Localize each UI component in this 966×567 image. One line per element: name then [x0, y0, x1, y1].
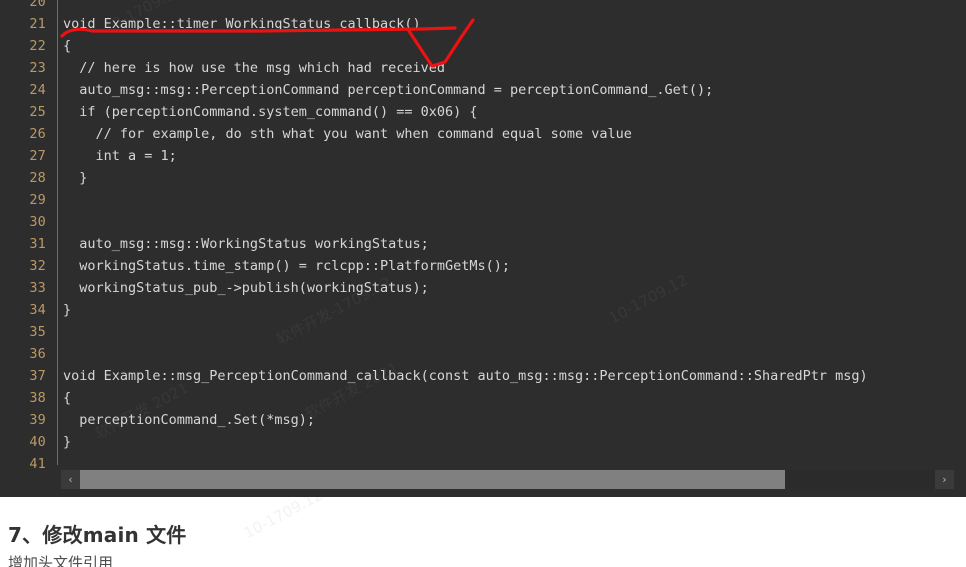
- line-content[interactable]: auto_msg::msg::WorkingStatus workingStat…: [63, 233, 429, 255]
- code-line[interactable]: 21 void Example::timer_WorkingStatus_cal…: [0, 13, 966, 35]
- line-number: 39: [29, 412, 46, 428]
- code-line[interactable]: 34 }: [0, 299, 966, 321]
- line-number: 31: [29, 236, 46, 252]
- code-line[interactable]: 35: [0, 321, 966, 343]
- code-line[interactable]: 38 {: [0, 387, 966, 409]
- line-number: 35: [29, 324, 46, 340]
- line-content[interactable]: void Example::timer_WorkingStatus_callba…: [63, 13, 421, 35]
- line-number: 22: [29, 38, 46, 54]
- code-line[interactable]: 22 {: [0, 35, 966, 57]
- line-number: 26: [29, 126, 46, 142]
- line-content[interactable]: void Example::msg_PerceptionCommand_call…: [63, 365, 868, 387]
- line-number: 27: [29, 148, 46, 164]
- line-number: 29: [29, 192, 46, 208]
- scroll-right-arrow-icon[interactable]: ›: [935, 470, 954, 489]
- line-content[interactable]: int a = 1;: [63, 145, 177, 167]
- line-content[interactable]: }: [63, 431, 71, 453]
- line-number: 36: [29, 346, 46, 362]
- document-section: 7、修改main 文件 增加头文件引用 10-1709.12: [0, 497, 966, 567]
- scrollbar-thumb[interactable]: [80, 470, 786, 489]
- section-heading: 7、修改main 文件: [8, 523, 187, 547]
- code-line[interactable]: 24 auto_msg::msg::PerceptionCommand perc…: [0, 79, 966, 101]
- line-content[interactable]: workingStatus.time_stamp() = rclcpp::Pla…: [63, 255, 510, 277]
- line-number: 33: [29, 280, 46, 296]
- line-number: 28: [29, 170, 46, 186]
- code-line[interactable]: 39 perceptionCommand_.Set(*msg);: [0, 409, 966, 431]
- line-content[interactable]: auto_msg::msg::PerceptionCommand percept…: [63, 79, 713, 101]
- code-line[interactable]: 27 int a = 1;: [0, 145, 966, 167]
- line-content[interactable]: }: [63, 167, 87, 189]
- code-editor[interactable]: 20 21 void Example::timer_WorkingStatus_…: [0, 0, 966, 497]
- code-line[interactable]: 31 auto_msg::msg::WorkingStatus workingS…: [0, 233, 966, 255]
- scroll-left-arrow-icon[interactable]: ‹: [61, 470, 80, 489]
- line-number: 40: [29, 434, 46, 450]
- code-line[interactable]: 20: [0, 0, 966, 13]
- code-line[interactable]: 40 }: [0, 431, 966, 453]
- scrollbar-track[interactable]: [80, 470, 935, 489]
- section-body-text: 增加头文件引用: [8, 554, 114, 567]
- code-line[interactable]: 26 // for example, do sth what you want …: [0, 123, 966, 145]
- code-line[interactable]: 32 workingStatus.time_stamp() = rclcpp::…: [0, 255, 966, 277]
- line-content[interactable]: {: [63, 387, 71, 409]
- watermark-text: 10-1709.12: [240, 497, 326, 543]
- code-line[interactable]: 36: [0, 343, 966, 365]
- code-line[interactable]: 25 if (perceptionCommand.system_command(…: [0, 101, 966, 123]
- line-number: 30: [29, 214, 46, 230]
- code-line[interactable]: 30: [0, 211, 966, 233]
- line-content[interactable]: }: [63, 299, 71, 321]
- code-line[interactable]: 28 }: [0, 167, 966, 189]
- line-number: 34: [29, 302, 46, 318]
- screenshot-root: 20 21 void Example::timer_WorkingStatus_…: [0, 0, 966, 567]
- gutter-separator: [57, 0, 58, 465]
- line-number: 38: [29, 390, 46, 406]
- line-number: 20: [29, 0, 46, 10]
- line-content[interactable]: if (perceptionCommand.system_command() =…: [63, 101, 477, 123]
- line-content[interactable]: // for example, do sth what you want whe…: [63, 123, 632, 145]
- code-surface[interactable]: 20 21 void Example::timer_WorkingStatus_…: [0, 0, 966, 475]
- line-number: 32: [29, 258, 46, 274]
- line-number: 24: [29, 82, 46, 98]
- line-content[interactable]: perceptionCommand_.Set(*msg);: [63, 409, 315, 431]
- code-line[interactable]: 37 void Example::msg_PerceptionCommand_c…: [0, 365, 966, 387]
- code-line[interactable]: 23 // here is how use the msg which had …: [0, 57, 966, 79]
- line-number: 41: [29, 456, 46, 472]
- code-line[interactable]: 29: [0, 189, 966, 211]
- line-number: 21: [29, 16, 46, 32]
- line-number: 23: [29, 60, 46, 76]
- line-content[interactable]: {: [63, 35, 71, 57]
- horizontal-scrollbar[interactable]: ‹ ›: [61, 470, 954, 489]
- line-content[interactable]: // here is how use the msg which had rec…: [63, 57, 445, 79]
- line-content[interactable]: workingStatus_pub_->publish(workingStatu…: [63, 277, 429, 299]
- line-number: 25: [29, 104, 46, 120]
- line-number: 37: [29, 368, 46, 384]
- code-line[interactable]: 33 workingStatus_pub_->publish(workingSt…: [0, 277, 966, 299]
